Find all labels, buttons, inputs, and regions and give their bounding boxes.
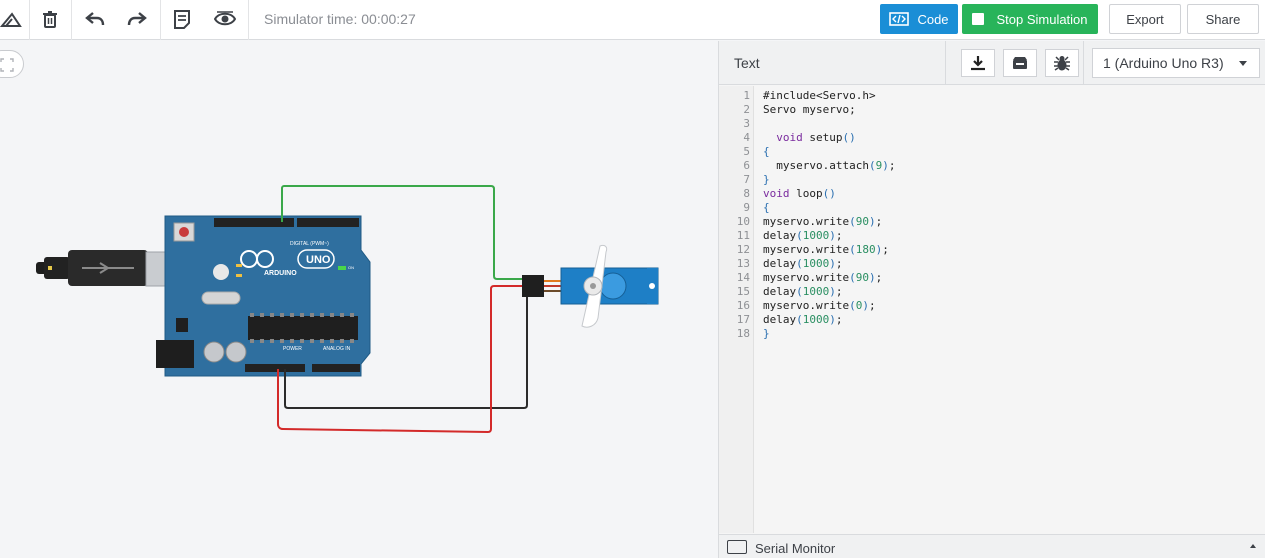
- line-number: 6: [743, 159, 750, 172]
- code-button-label: Code: [917, 11, 949, 27]
- device-select-value: 1 (Arduino Uno R3): [1103, 55, 1224, 71]
- line-number: 13: [736, 257, 750, 270]
- usb-cable: [36, 250, 175, 287]
- code-button[interactable]: Code: [880, 4, 958, 34]
- line-number: 9: [743, 201, 750, 214]
- code-line: #include<Servo.h>: [763, 89, 876, 102]
- code-editor-header: Text 1 (Arduino Uno R3): [719, 41, 1265, 85]
- digital-pins-label: DIGITAL (PWM~): [290, 241, 329, 247]
- circuit-svg: ARDUINO UNO DIGITAL (PWM~) POWER ANALOG …: [36, 185, 659, 434]
- notes-icon[interactable]: [165, 4, 199, 34]
- code-line: }: [763, 173, 770, 186]
- board-model-label: UNO: [306, 254, 331, 266]
- line-number: 17: [736, 313, 750, 326]
- line-number: 2: [743, 103, 750, 116]
- stop-simulation-button[interactable]: Stop Simulation: [962, 4, 1098, 34]
- line-number: 3: [743, 117, 750, 130]
- line-number: 4: [743, 131, 750, 144]
- top-toolbar: Simulator time: 00:00:27 Code Stop Simul…: [0, 0, 1265, 40]
- chevron-up-icon: [1250, 544, 1256, 548]
- export-button[interactable]: Export: [1109, 4, 1181, 34]
- delete-icon[interactable]: [33, 4, 67, 34]
- on-led-label: ON: [348, 265, 354, 270]
- code-line: myservo.write(90);: [763, 271, 883, 284]
- serial-monitor-toggle[interactable]: Serial Monitor: [719, 534, 1265, 558]
- serial-monitor-icon: [727, 540, 747, 554]
- library-icon[interactable]: [1003, 49, 1037, 77]
- power-pins-label: POWER: [283, 346, 302, 352]
- line-number: 11: [736, 229, 750, 242]
- line-number: 7: [743, 173, 750, 186]
- rotate-icon[interactable]: [0, 4, 28, 34]
- share-button[interactable]: Share: [1187, 4, 1259, 34]
- chevron-down-icon: [1239, 61, 1247, 66]
- arduino-uno-board[interactable]: [156, 215, 371, 377]
- undo-icon[interactable]: [78, 4, 112, 34]
- code-text-area[interactable]: #include<Servo.h> Servo myservo; void set…: [763, 89, 1253, 529]
- line-number: 10: [736, 215, 750, 228]
- code-line: Servo myservo;: [763, 103, 856, 116]
- code-line: delay(1000);: [763, 313, 843, 326]
- line-number: 8: [743, 187, 750, 200]
- device-select[interactable]: 1 (Arduino Uno R3): [1092, 48, 1260, 78]
- code-line: void loop(): [763, 187, 836, 200]
- line-number: 14: [736, 271, 750, 284]
- line-numbers: 1 2 3 4 5 6 7 8 9 10 11 12 13 14 15 16 17 18: [719, 89, 750, 341]
- code-line: delay(1000);: [763, 285, 843, 298]
- board-brand-label: ARDUINO: [264, 270, 297, 277]
- code-line: myservo.write(180);: [763, 243, 889, 256]
- line-number: 18: [736, 327, 750, 340]
- analog-pins-label: ANALOG IN: [323, 346, 351, 352]
- code-mode-label[interactable]: Text: [734, 55, 760, 71]
- stop-icon: [972, 13, 985, 25]
- download-icon[interactable]: [961, 49, 995, 77]
- code-line: delay(1000);: [763, 229, 843, 242]
- code-line: myservo.write(90);: [763, 215, 883, 228]
- redo-icon[interactable]: [120, 4, 154, 34]
- line-number: 12: [736, 243, 750, 256]
- code-icon: [889, 12, 910, 26]
- code-line: }: [763, 327, 770, 340]
- view-icon[interactable]: [208, 4, 242, 34]
- code-editor-panel: Text 1 (Arduino Uno R3) 1 2 3 4 5 6 7 8 9 10 11 12 1…: [718, 41, 1265, 558]
- debugger-bug-icon[interactable]: [1045, 49, 1079, 77]
- code-line: delay(1000);: [763, 257, 843, 270]
- circuit-canvas[interactable]: ARDUINO UNO DIGITAL (PWM~) POWER ANALOG …: [0, 41, 718, 558]
- stop-simulation-label: Stop Simulation: [996, 11, 1088, 27]
- code-line: myservo.attach(9);: [763, 159, 896, 172]
- code-line: {: [763, 201, 770, 214]
- line-number: 1: [743, 89, 750, 102]
- servo-motor[interactable]: [522, 244, 659, 328]
- line-number: 16: [736, 299, 750, 312]
- code-line: {: [763, 145, 770, 158]
- line-number: 15: [736, 285, 750, 298]
- code-line: void setup(): [776, 131, 856, 144]
- line-number: 5: [743, 145, 750, 158]
- serial-monitor-label: Serial Monitor: [755, 541, 836, 556]
- code-line: myservo.write(0);: [763, 299, 876, 312]
- simulator-time: Simulator time: 00:00:27: [264, 11, 416, 27]
